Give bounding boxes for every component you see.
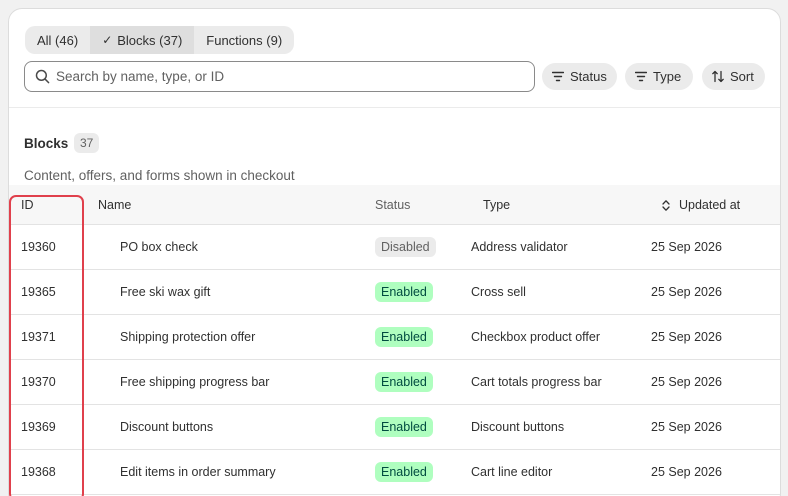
tab-all[interactable]: All (46) xyxy=(25,26,90,54)
section-title: Blocks xyxy=(24,136,69,151)
column-header-updated-at[interactable]: Updated at xyxy=(679,198,740,212)
status-badge: Enabled xyxy=(375,462,433,482)
row-type: Cross sell xyxy=(471,285,526,299)
row-id: 19369 xyxy=(21,420,56,434)
row-type: Address validator xyxy=(471,240,568,254)
section-description: Content, offers, and forms shown in chec… xyxy=(24,168,295,183)
row-name[interactable]: Free ski wax gift xyxy=(120,285,210,299)
status-badge: Enabled xyxy=(375,282,433,302)
type-filter-label: Type xyxy=(653,69,682,84)
search-input[interactable] xyxy=(56,69,516,84)
table-row[interactable]: 19360 PO box check Disabled Address vali… xyxy=(9,225,780,270)
row-name[interactable]: Free shipping progress bar xyxy=(120,375,269,389)
row-updated-at: 25 Sep 2026 xyxy=(651,420,722,434)
column-header-name[interactable]: Name xyxy=(98,198,131,212)
row-updated-at: 25 Sep 2026 xyxy=(651,240,722,254)
row-id: 19360 xyxy=(21,240,56,254)
tab-blocks[interactable]: ✓ Blocks (37) xyxy=(90,26,195,54)
column-header-id[interactable]: ID xyxy=(21,198,34,212)
row-updated-at: 25 Sep 2026 xyxy=(651,330,722,344)
sort-label: Sort xyxy=(730,69,754,84)
row-id: 19371 xyxy=(21,330,56,344)
type-filter-button[interactable]: Type xyxy=(625,63,693,90)
row-name[interactable]: Edit items in order summary xyxy=(120,465,276,479)
tab-all-label: All (46) xyxy=(37,32,79,48)
tab-blocks-label: Blocks (37) xyxy=(117,32,183,48)
sort-button[interactable]: Sort xyxy=(702,63,765,90)
sort-updown-icon[interactable] xyxy=(662,199,670,212)
row-updated-at: 25 Sep 2026 xyxy=(651,285,722,299)
search-icon xyxy=(35,69,50,84)
table-row[interactable]: 19369 Discount buttons Enabled Discount … xyxy=(9,405,780,450)
status-filter-button[interactable]: Status xyxy=(542,63,617,90)
row-updated-at: 25 Sep 2026 xyxy=(651,465,722,479)
sort-icon xyxy=(712,70,724,83)
row-id: 19365 xyxy=(21,285,56,299)
checkmark-icon: ✓ xyxy=(102,33,113,47)
status-badge: Enabled xyxy=(375,372,433,392)
column-header-status[interactable]: Status xyxy=(375,198,410,212)
tab-functions[interactable]: Functions (9) xyxy=(194,26,294,54)
row-type: Discount buttons xyxy=(471,420,565,434)
table-row[interactable]: 19370 Free shipping progress bar Enabled… xyxy=(9,360,780,405)
row-name[interactable]: Shipping protection offer xyxy=(120,330,255,344)
filter-icon xyxy=(552,71,564,82)
row-type: Cart totals progress bar xyxy=(471,375,602,389)
view-tabs: All (46) ✓ Blocks (37) Functions (9) xyxy=(25,26,295,54)
filter-icon xyxy=(635,71,647,82)
divider xyxy=(9,107,780,108)
row-updated-at: 25 Sep 2026 xyxy=(651,375,722,389)
blocks-panel: All (46) ✓ Blocks (37) Functions (9) Sta… xyxy=(8,8,781,496)
table-row[interactable]: 19365 Free ski wax gift Enabled Cross se… xyxy=(9,270,780,315)
table-row[interactable]: 19368 Edit items in order summary Enable… xyxy=(9,450,780,495)
row-type: Cart line editor xyxy=(471,465,553,479)
row-type: Checkbox product offer xyxy=(471,330,601,344)
table-row[interactable]: 19371 Shipping protection offer Enabled … xyxy=(9,315,780,360)
status-badge: Enabled xyxy=(375,327,433,347)
table-header: ID Name Status Type Updated at xyxy=(9,185,780,225)
status-badge: Enabled xyxy=(375,417,433,437)
column-header-type[interactable]: Type xyxy=(483,198,510,212)
row-name[interactable]: Discount buttons xyxy=(120,420,213,434)
row-id: 19368 xyxy=(21,465,56,479)
status-badge: Disabled xyxy=(375,237,436,257)
tab-functions-label: Functions (9) xyxy=(206,32,283,48)
search-box xyxy=(24,61,535,92)
row-name[interactable]: PO box check xyxy=(120,240,198,254)
status-filter-label: Status xyxy=(570,69,607,84)
row-id: 19370 xyxy=(21,375,56,389)
blocks-count-badge: 37 xyxy=(74,133,100,153)
